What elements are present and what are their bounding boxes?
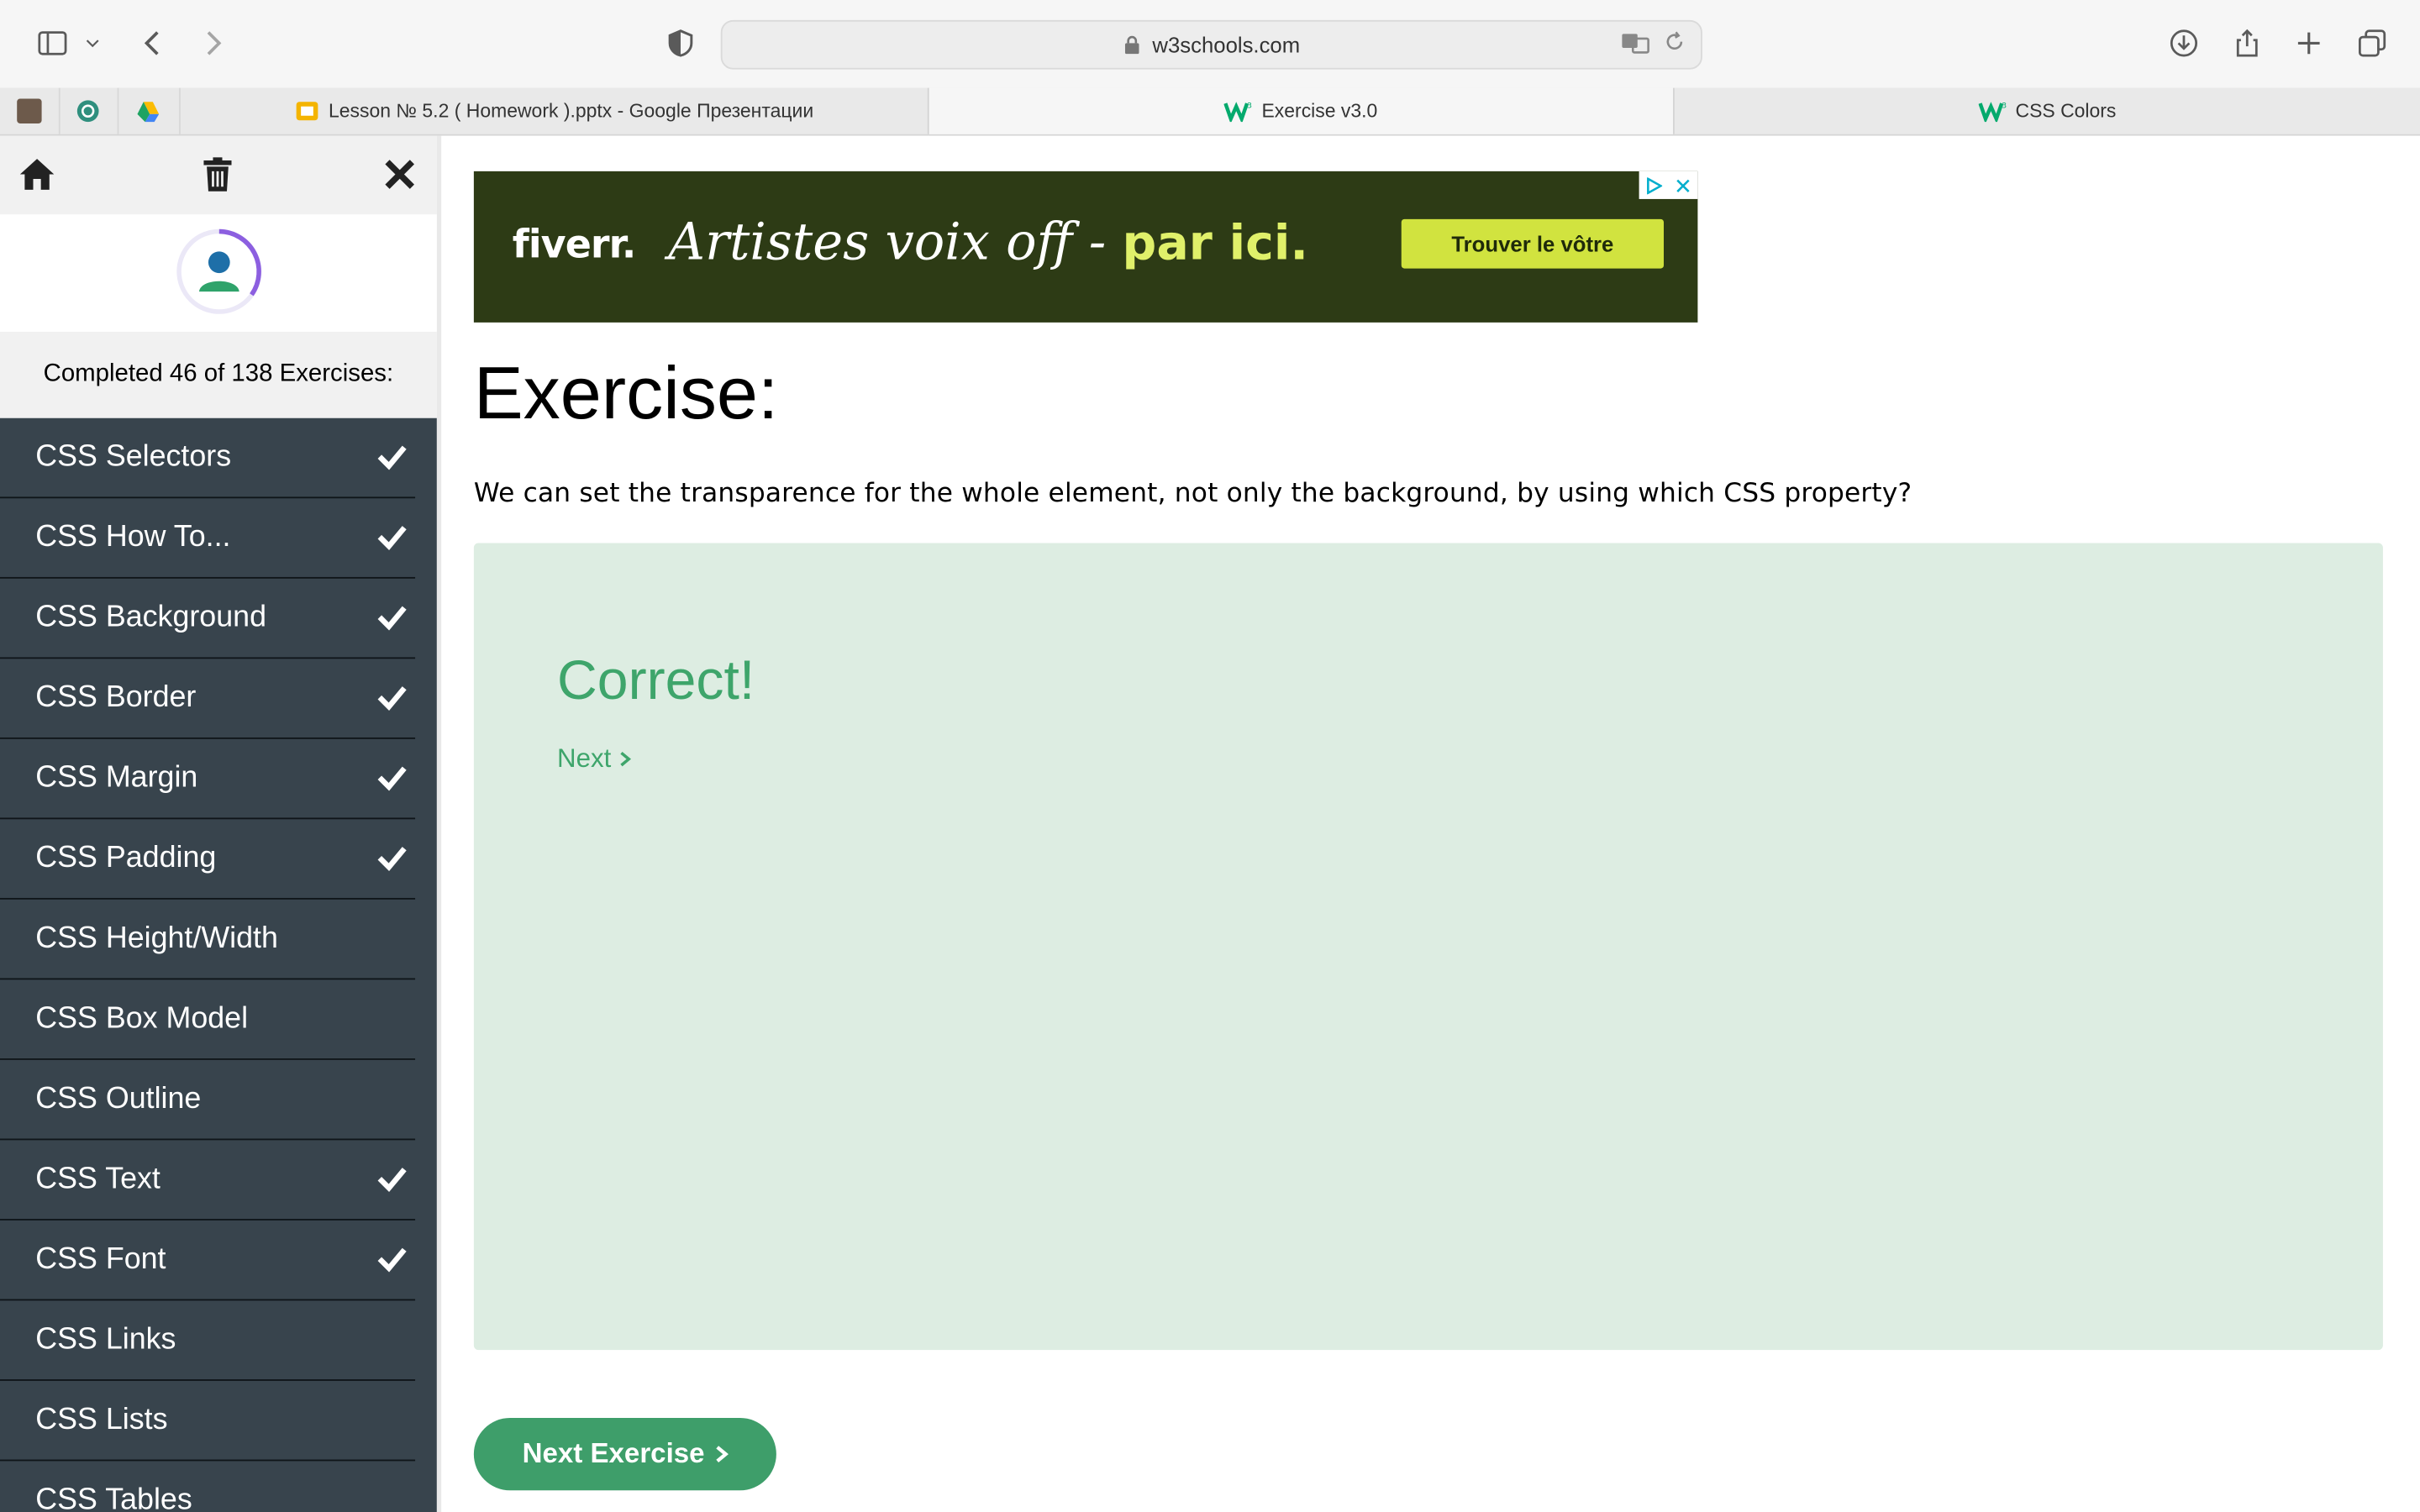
next-exercise-label: Next Exercise: [522, 1437, 705, 1469]
page-title: Exercise:: [473, 353, 779, 435]
next-exercise-button[interactable]: Next Exercise: [473, 1417, 776, 1491]
pinned-tab-2[interactable]: [59, 87, 119, 134]
chevron-down-icon[interactable]: [77, 24, 108, 61]
close-icon[interactable]: [380, 155, 420, 195]
chevron-right-icon: [620, 751, 631, 767]
tab-label: CSS Colors: [2015, 100, 2117, 123]
exercise-menu: CSS Selectors CSS How To... CSS Background…: [0, 417, 437, 1512]
sidebar-item-label: CSS Background: [35, 600, 267, 634]
sidebar-item-css-border[interactable]: CSS Border: [0, 659, 416, 739]
profile-icon: [17, 98, 42, 123]
tab-exercise[interactable]: 3 Exercise v3.0: [929, 87, 1675, 134]
sidebar-item-label: CSS Text: [35, 1162, 160, 1196]
checkmark-icon: [377, 526, 407, 550]
advertisement-banner[interactable]: fiverr. Artistes voix off - par ici. Tro…: [473, 171, 1698, 323]
next-link-label: Next: [557, 743, 612, 774]
pinned-tab-3[interactable]: [118, 87, 181, 134]
reload-icon[interactable]: [1664, 31, 1686, 60]
checkmark-icon: [377, 606, 407, 631]
url-text: w3schools.com: [1152, 32, 1301, 57]
ad-close-icon[interactable]: [1675, 176, 1691, 193]
answer-feedback-box: Correct! Next: [473, 543, 2383, 1351]
svg-text:3: 3: [2002, 102, 2007, 111]
share-icon[interactable]: [2228, 24, 2265, 61]
sidebar-item-label: CSS Links: [35, 1322, 176, 1357]
sidebar-item-css-height-width[interactable]: CSS Height/Width: [0, 900, 416, 980]
sidebar-item-label: CSS Height/Width: [35, 921, 278, 955]
sidebar-item-css-margin[interactable]: CSS Margin: [0, 739, 416, 820]
progress-text: Completed 46 of 138 Exercises:: [0, 331, 437, 418]
pinned-tab-1[interactable]: [0, 87, 60, 134]
browser-toolbar: w3schools.com: [0, 0, 2420, 90]
w3schools-icon: 3: [1224, 100, 1253, 123]
result-message: Correct!: [557, 648, 755, 711]
sidebar-item-css-lists[interactable]: CSS Lists: [0, 1381, 416, 1462]
tab-overview-icon[interactable]: [2354, 24, 2391, 61]
sidebar-item-label: CSS Selectors: [35, 439, 232, 474]
sidebar-item-css-selectors[interactable]: CSS Selectors: [0, 418, 416, 499]
main-content: fiverr. Artistes voix off - par ici. Tro…: [441, 135, 2420, 1512]
exercise-question: We can set the transparence for the whol…: [473, 478, 1912, 510]
checkmark-icon: [377, 445, 407, 470]
forward-icon[interactable]: [194, 24, 231, 61]
sidebar-item-label: CSS Margin: [35, 760, 198, 795]
chevron-right-icon: [715, 1446, 729, 1463]
sidebar-item-css-background[interactable]: CSS Background: [0, 579, 416, 659]
translate-icon[interactable]: [1621, 31, 1652, 60]
sidebar-item-label: CSS Border: [35, 680, 197, 715]
checkmark-icon: [377, 1247, 407, 1273]
sidebar-header: [0, 135, 437, 215]
checkmark-icon: [377, 847, 407, 872]
ad-info-icon[interactable]: [1645, 176, 1663, 194]
tab-label: Exercise v3.0: [1261, 100, 1378, 123]
sidebar-item-css-links[interactable]: CSS Links: [0, 1300, 416, 1381]
sidebar-item-label: CSS Box Model: [35, 1001, 249, 1036]
home-icon[interactable]: [17, 155, 57, 195]
checkmark-icon: [377, 766, 407, 791]
lock-icon: [1124, 35, 1139, 55]
ad-slogan: Artistes voix off - par ici.: [668, 212, 1308, 272]
exercise-sidebar: Completed 46 of 138 Exercises: CSS Selec…: [0, 135, 442, 1512]
sidebar-item-css-how-to[interactable]: CSS How To...: [0, 498, 416, 579]
sidebar-item-css-outline[interactable]: CSS Outline: [0, 1060, 416, 1141]
address-bar[interactable]: w3schools.com: [720, 19, 1702, 70]
new-tab-icon[interactable]: [2291, 24, 2328, 61]
back-icon[interactable]: [134, 24, 171, 61]
sidebar-item-css-tables[interactable]: CSS Tables: [0, 1461, 415, 1512]
sidebar-item-css-box-model[interactable]: CSS Box Model: [0, 979, 416, 1060]
slides-icon: [295, 99, 319, 123]
sidebar-item-label: CSS Tables: [35, 1483, 192, 1512]
tab-strip: Lesson № 5.2 ( Homework ).pptx - Google …: [0, 87, 2420, 136]
sidebar-item-label: CSS Padding: [35, 841, 217, 875]
sidebar-item-css-text[interactable]: CSS Text: [0, 1140, 416, 1221]
checkmark-icon: [377, 686, 407, 711]
ad-slogan-text: Artistes voix off -: [668, 211, 1107, 272]
sidebar-item-label: CSS Outline: [35, 1081, 202, 1116]
sidebar-item-css-padding[interactable]: CSS Padding: [0, 819, 416, 900]
sidebar-item-label: CSS Lists: [35, 1402, 168, 1436]
ad-cta-button[interactable]: Trouver le vôtre: [1401, 218, 1664, 269]
sidebar-item-label: CSS How To...: [35, 519, 231, 554]
google-drive-icon: [137, 102, 160, 123]
avatar-progress-icon[interactable]: [175, 227, 265, 317]
next-link[interactable]: Next: [557, 743, 631, 774]
tab-slides[interactable]: Lesson № 5.2 ( Homework ).pptx - Google …: [181, 87, 929, 134]
ad-logo: fiverr.: [512, 222, 636, 267]
ad-slogan-accent: par ici.: [1122, 216, 1309, 272]
avatar-area: [0, 214, 437, 332]
chatgpt-icon: [76, 100, 99, 123]
tab-label: Lesson № 5.2 ( Homework ).pptx - Google …: [328, 100, 814, 123]
sidebar-item-label: CSS Font: [35, 1242, 166, 1276]
downloads-icon[interactable]: [2165, 24, 2202, 61]
checkmark-icon: [377, 1168, 407, 1193]
ad-choices[interactable]: [1639, 171, 1698, 199]
svg-text:3: 3: [1248, 102, 1253, 111]
sidebar-item-css-font[interactable]: CSS Font: [0, 1221, 416, 1301]
tab-css-colors[interactable]: 3 CSS Colors: [1675, 88, 2420, 134]
shield-icon[interactable]: [662, 24, 699, 61]
w3schools-icon: 3: [1978, 100, 2007, 123]
sidebar-toggle-icon[interactable]: [34, 24, 71, 61]
trash-icon[interactable]: [197, 155, 238, 195]
